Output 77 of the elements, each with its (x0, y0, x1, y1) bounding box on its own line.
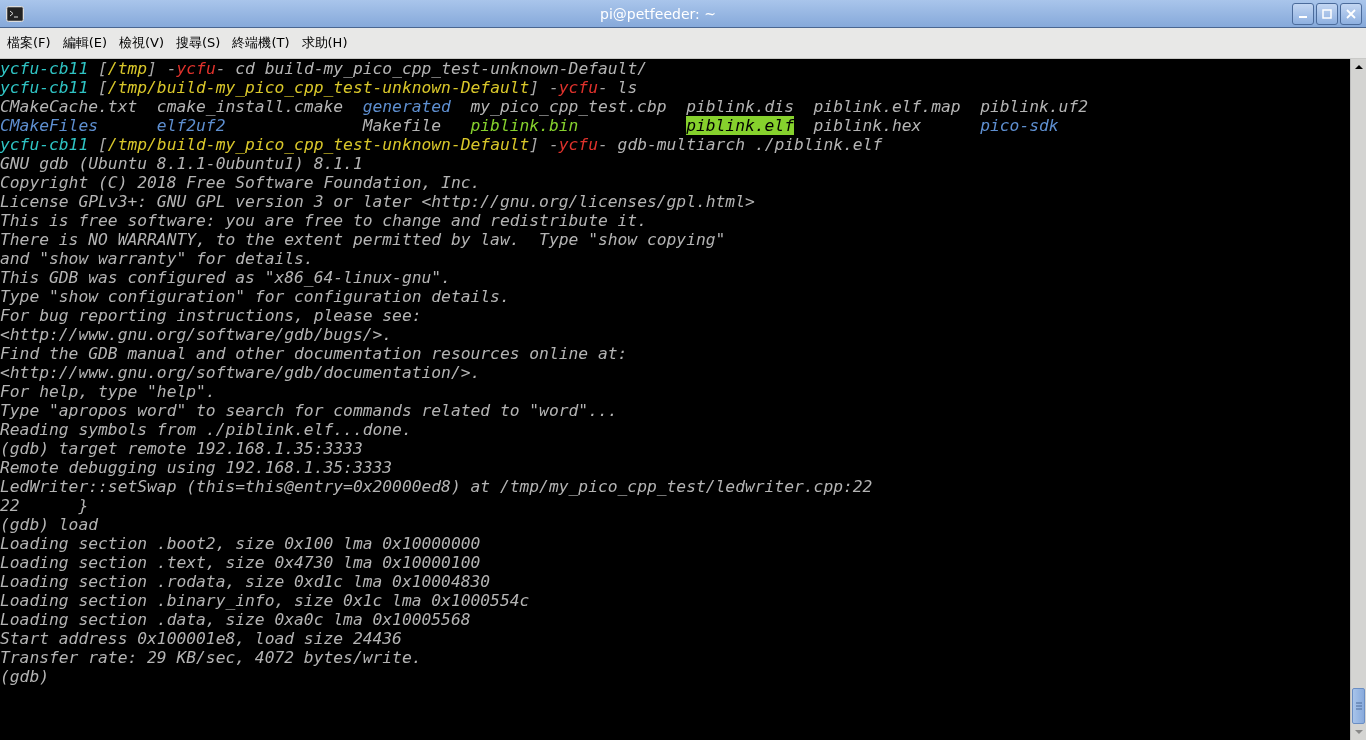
prompt-text: ] - (147, 59, 177, 78)
output-line: Type "show configuration" for configuration details. (0, 287, 510, 306)
output-line: Type "apropos word" to search for commands related to "word"... (0, 401, 618, 420)
prompt-text: ] - (529, 78, 559, 97)
output-line: Loading section .binary_info, size 0x1c lma 0x1000554c (0, 591, 530, 610)
prompt-path: /tmp (107, 59, 148, 78)
prompt-text: [ (97, 59, 108, 78)
output-line: <http://www.gnu.org/software/gdb/documentation/>. (0, 363, 481, 382)
output-line: Reading symbols from ./piblink.elf...done. (0, 420, 412, 439)
grip-icon (1355, 702, 1362, 710)
output-line: There is NO WARRANTY, to the extent permitted by law. Type "show copying" (0, 230, 726, 249)
command-text: ls (617, 78, 638, 97)
prompt-user: ycfu (558, 78, 598, 97)
file-name: piblink.bin (470, 116, 579, 135)
window-title: pi@petfeeder: ~ (599, 5, 717, 22)
output-line: For bug reporting instructions, please see: (0, 306, 422, 325)
file-name: piblink.elf (686, 116, 794, 135)
output-line: For help, type "help". (0, 382, 216, 401)
prompt-text: [ (97, 135, 108, 154)
prompt-host: ycfu-cb11 (0, 59, 89, 78)
prompt-host: ycfu-cb11 (0, 135, 89, 154)
command-text: cd build-my_pico_cpp_test-unknown-Default/ (235, 59, 647, 78)
output-line: 22 } (0, 496, 89, 515)
file-name: pico-sdk (980, 116, 1059, 135)
output-line: This is free software: you are free to change and redistribute it. (0, 211, 647, 230)
prompt-text: [ (97, 78, 108, 97)
menu-item[interactable]: 搜尋(S) (176, 34, 221, 52)
prompt-text: - (598, 135, 609, 154)
file-name: CMakeFiles (0, 116, 99, 135)
menu-item[interactable]: 檔案(F) (7, 34, 51, 52)
terminal-icon (6, 5, 24, 22)
prompt-text: - (215, 59, 227, 78)
file-name: elf2uf2 (156, 116, 226, 135)
output-line: Loading section .rodata, size 0xd1c lma 0x10004830 (0, 572, 491, 591)
output-line: Loading section .data, size 0xa0c lma 0x10005568 (0, 610, 471, 629)
file-name: piblink.elf.map (813, 97, 961, 116)
minimize-button[interactable] (1292, 2, 1314, 25)
menu-item[interactable]: 求助(H) (301, 34, 348, 52)
file-name: piblink.uf2 (980, 97, 1088, 116)
scrollbar[interactable] (1350, 59, 1366, 740)
output-line: LedWriter::setSwap (this=this@entry=0x20000ed8) at /tmp/my_pico_cpp_test/ledwriter.cpp:22 (0, 477, 873, 496)
file-name: generated (362, 97, 451, 116)
file-name: cmake_install.cmake (156, 97, 344, 116)
output-line: Copyright (C) 2018 Free Software Foundation, Inc. (0, 173, 481, 192)
output-line: (gdb) load (0, 515, 99, 534)
output-line: Start address 0x100001e8, load size 24436 (0, 629, 402, 648)
prompt-user: ycfu (176, 59, 216, 78)
output-line: Transfer rate: 29 KB/sec, 4072 bytes/write. (0, 648, 422, 667)
output-line: License GPLv3+: GNU GPL version 3 or later <http://gnu.org/licenses/gpl.html> (0, 192, 755, 211)
file-name: CMakeCache.txt (0, 97, 138, 116)
output-line: <http://www.gnu.org/software/gdb/bugs/>. (0, 325, 393, 344)
output-line: GNU gdb (Ubuntu 8.1.1-0ubuntu1) 8.1.1 (0, 154, 363, 173)
output-line: and "show warranty" for details. (0, 249, 314, 268)
output-line: Loading section .text, size 0x4730 lma 0x10000100 (0, 553, 481, 572)
prompt-text: - (598, 78, 609, 97)
prompt-path: /tmp/build-my_pico_cpp_test-unknown-Default (107, 78, 530, 97)
output-line: Loading section .boot2, size 0x100 lma 0x10000000 (0, 534, 481, 553)
output-line: (gdb) (0, 667, 49, 686)
output-line: Remote debugging using 192.168.1.35:3333 (0, 458, 393, 477)
prompt-host: ycfu-cb11 (0, 78, 89, 97)
output-line: This GDB was configured as "x86_64-linux-gnu". (0, 268, 451, 287)
file-name: piblink.dis (686, 97, 794, 116)
command-text: gdb-multiarch ./piblink.elf (617, 135, 883, 154)
maximize-button[interactable] (1316, 2, 1338, 25)
menu-item[interactable]: 終端機(T) (232, 34, 290, 52)
file-name: piblink.hex (813, 116, 922, 135)
menu-item[interactable]: 檢視(V) (119, 34, 165, 52)
scroll-thumb[interactable] (1352, 688, 1365, 724)
output-line: (gdb) target remote 192.168.1.35:3333 (0, 439, 363, 458)
prompt-text: ] - (529, 135, 559, 154)
output-line: Find the GDB manual and other documentation resources online at: (0, 344, 628, 363)
menu-item[interactable]: 編輯(E) (62, 34, 107, 52)
file-name: Makefile (362, 116, 442, 135)
close-button[interactable] (1340, 2, 1362, 25)
prompt-user: ycfu (558, 135, 598, 154)
prompt-path: /tmp/build-my_pico_cpp_test-unknown-Default (107, 135, 530, 154)
file-name: my_pico_cpp_test.cbp (470, 97, 667, 116)
